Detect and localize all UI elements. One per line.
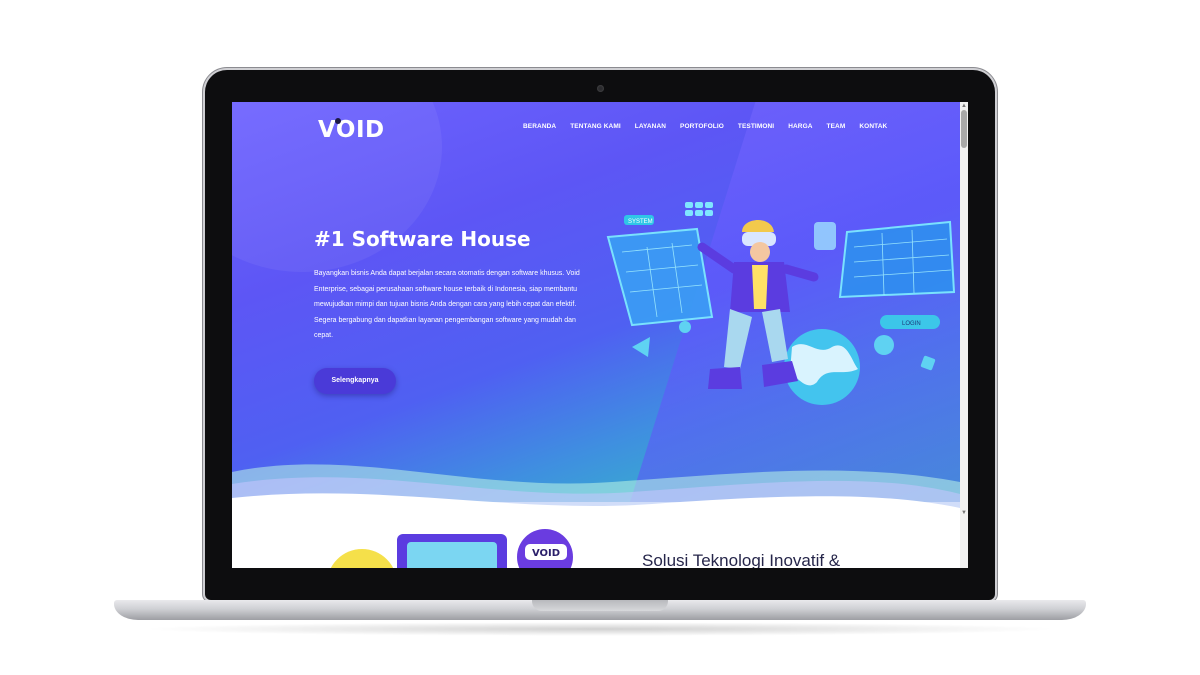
nav-harga[interactable]: HARGA	[788, 123, 812, 130]
scroll-thumb[interactable]	[961, 110, 967, 148]
laptop-screen: VOID BERANDA TENTANG KAMI LAYANAN PORTOF…	[232, 102, 968, 568]
nav-tentang-kami[interactable]: TENTANG KAMI	[570, 123, 621, 130]
nav-portofolio[interactable]: PORTOFOLIO	[680, 123, 724, 130]
section2-illustration: VOID	[330, 529, 573, 568]
void-badge-text: VOID	[532, 548, 560, 559]
nav-team[interactable]: TEAM	[827, 123, 846, 130]
scroll-down-arrow-icon[interactable]: ▼	[961, 510, 967, 516]
floating-shape	[632, 337, 650, 357]
selengkapnya-button[interactable]: Selengkapnya	[314, 368, 396, 394]
floating-card	[814, 222, 836, 250]
floating-keypad	[685, 202, 713, 216]
main-nav: BERANDA TENTANG KAMI LAYANAN PORTOFOLIO …	[523, 123, 887, 130]
laptop-base-notch	[532, 600, 668, 611]
nav-layanan[interactable]: LAYANAN	[635, 123, 666, 130]
left-hologram-panel: SYSTEM	[606, 215, 714, 327]
nav-testimoni[interactable]: TESTIMONI	[738, 123, 774, 130]
nav-beranda[interactable]: BERANDA	[523, 123, 556, 130]
hero-title: #1 Software House	[314, 227, 531, 251]
hero-description: Bayangkan bisnis Anda dapat berjalan sec…	[314, 270, 580, 340]
laptop-shadow	[140, 622, 1060, 636]
hero-illustration: SYSTEM LOGIN	[606, 202, 956, 405]
system-tag: SYSTEM	[628, 219, 653, 225]
right-hologram-panel: LOGIN	[838, 220, 956, 329]
logo-dot	[335, 118, 341, 124]
nav-kontak[interactable]: KONTAK	[859, 123, 887, 130]
section2-title: Solusi Teknologi Inovatif &	[642, 551, 841, 568]
login-tag: LOGIN	[902, 321, 921, 327]
page-scrollbar[interactable]	[960, 102, 968, 568]
void-logo[interactable]: VOID	[318, 117, 385, 143]
webcam	[597, 85, 604, 92]
scroll-up-arrow-icon[interactable]: ▲	[961, 103, 967, 109]
